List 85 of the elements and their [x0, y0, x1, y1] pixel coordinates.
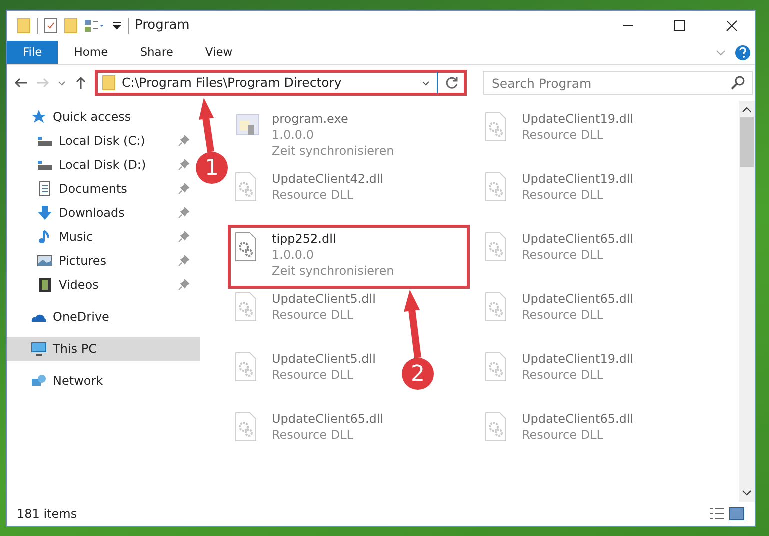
file-item[interactable]: UpdateClient65.dll Resource DLL: [480, 227, 638, 287]
scrollbar[interactable]: [739, 101, 755, 502]
file-name: program.exe: [272, 111, 350, 127]
pin-icon[interactable]: [178, 207, 190, 219]
file-name: UpdateClient42.dll: [272, 171, 384, 187]
file-name: UpdateClient65.dll: [522, 231, 634, 247]
file-detail: Resource DLL: [522, 247, 604, 263]
file-item[interactable]: UpdateClient65.dll Resource DLL: [480, 407, 638, 467]
sidebar-item[interactable]: Network: [7, 369, 200, 393]
close-icon: [726, 20, 738, 32]
film-icon: [37, 277, 53, 293]
file-name: UpdateClient19.dll: [522, 111, 634, 127]
refresh-icon[interactable]: [444, 75, 460, 91]
file-name: UpdateClient65.dll: [522, 411, 634, 427]
picture-icon: [37, 253, 53, 269]
sidebar-item[interactable]: This PC: [7, 337, 200, 361]
folder-icon: [102, 75, 116, 91]
search-field[interactable]: Search Program: [483, 71, 753, 95]
file-item[interactable]: UpdateClient19.dll Resource DLL: [480, 107, 638, 167]
file-item[interactable]: UpdateClient65.dll Resource DLL: [230, 407, 388, 467]
file-item[interactable]: UpdateClient42.dll Resource DLL: [230, 167, 388, 227]
file-item[interactable]: UpdateClient19.dll Resource DLL: [480, 167, 638, 227]
file-detail: Resource DLL: [522, 367, 604, 383]
file-name: UpdateClient65.dll: [272, 411, 384, 427]
caret-icon[interactable]: [112, 21, 122, 31]
file-detail: 1.0.0.0: [272, 127, 315, 143]
file-detail: Resource DLL: [522, 187, 604, 203]
file-name: UpdateClient5.dll: [272, 291, 376, 307]
maximize-icon: [674, 20, 686, 32]
file-name: tipp252.dll: [272, 231, 338, 247]
network-icon: [31, 373, 47, 389]
pin-icon[interactable]: [178, 231, 190, 243]
sidebar-item[interactable]: Music: [7, 225, 200, 249]
properties-icon[interactable]: [44, 18, 58, 34]
item-count: 181 items: [17, 506, 78, 523]
file-detail: Resource DLL: [272, 307, 354, 323]
arrow: [199, 98, 214, 152]
file-detail: Resource DLL: [522, 127, 604, 143]
pin-icon[interactable]: [178, 135, 190, 147]
folder-icon: [17, 18, 31, 34]
sidebar-item[interactable]: Quick access: [7, 105, 200, 129]
file-detail: Resource DLL: [272, 367, 354, 383]
file-name: UpdateClient65.dll: [522, 291, 634, 307]
ribbon-tab[interactable]: Share: [124, 41, 190, 64]
file-detail: Resource DLL: [522, 427, 604, 443]
window-title: Program: [135, 17, 190, 36]
ribbon-tab[interactable]: View: [189, 41, 249, 64]
file-name: UpdateClient19.dll: [522, 171, 634, 187]
ribbon-tab[interactable]: Home: [58, 41, 124, 64]
file-detail: Resource DLL: [272, 187, 354, 203]
file-item[interactable]: UpdateClient19.dll Resource DLL: [480, 347, 638, 407]
sidebar-item[interactable]: Videos: [7, 273, 200, 297]
scroll-up-icon[interactable]: [742, 105, 752, 115]
scrollbar-thumb[interactable]: [740, 117, 754, 167]
file-item[interactable]: UpdateClient65.dll Resource DLL: [480, 287, 638, 347]
file-name: UpdateClient5.dll: [272, 351, 376, 367]
file-item[interactable]: program.exe 1.0.0.0 Zeit synchronisieren: [230, 107, 398, 167]
arrow: [404, 290, 422, 358]
file-item[interactable]: UpdateClient5.dll Resource DLL: [230, 287, 380, 347]
view-icon[interactable]: [84, 18, 106, 34]
download-arrow-icon: [37, 205, 53, 221]
monitor-icon: [31, 341, 47, 357]
file-detail: Resource DLL: [522, 307, 604, 323]
sidebar-item[interactable]: OneDrive: [7, 305, 200, 329]
file-name: UpdateClient19.dll: [522, 351, 634, 367]
sidebar-item[interactable]: Pictures: [7, 249, 200, 273]
sidebar-item[interactable]: Local Disk (C:): [7, 129, 200, 153]
pin-icon[interactable]: [178, 255, 190, 267]
pin-icon[interactable]: [178, 279, 190, 291]
pin-icon[interactable]: [178, 183, 190, 195]
pin-icon[interactable]: [178, 159, 190, 171]
scroll-down-icon[interactable]: [742, 488, 752, 498]
file-detail: Zeit synchronisieren: [272, 263, 394, 279]
ribbon-tab[interactable]: File: [7, 41, 58, 64]
details-view-icon[interactable]: [709, 507, 725, 521]
file-detail: Resource DLL: [272, 427, 354, 443]
star-icon: [31, 109, 47, 125]
tiles-view-icon[interactable]: [729, 507, 745, 521]
document-icon: [37, 181, 53, 197]
file-detail: Zeit synchronisieren: [272, 143, 394, 159]
file-item[interactable]: UpdateClient5.dll Resource DLL: [230, 347, 380, 407]
file-detail: 1.0.0.0: [272, 247, 315, 263]
sidebar-item[interactable]: Downloads: [7, 201, 200, 225]
address-bar[interactable]: C:\Program Files\Program Directory: [95, 70, 467, 96]
file-item[interactable]: tipp252.dll 1.0.0.0 Zeit synchronisieren: [230, 227, 468, 287]
